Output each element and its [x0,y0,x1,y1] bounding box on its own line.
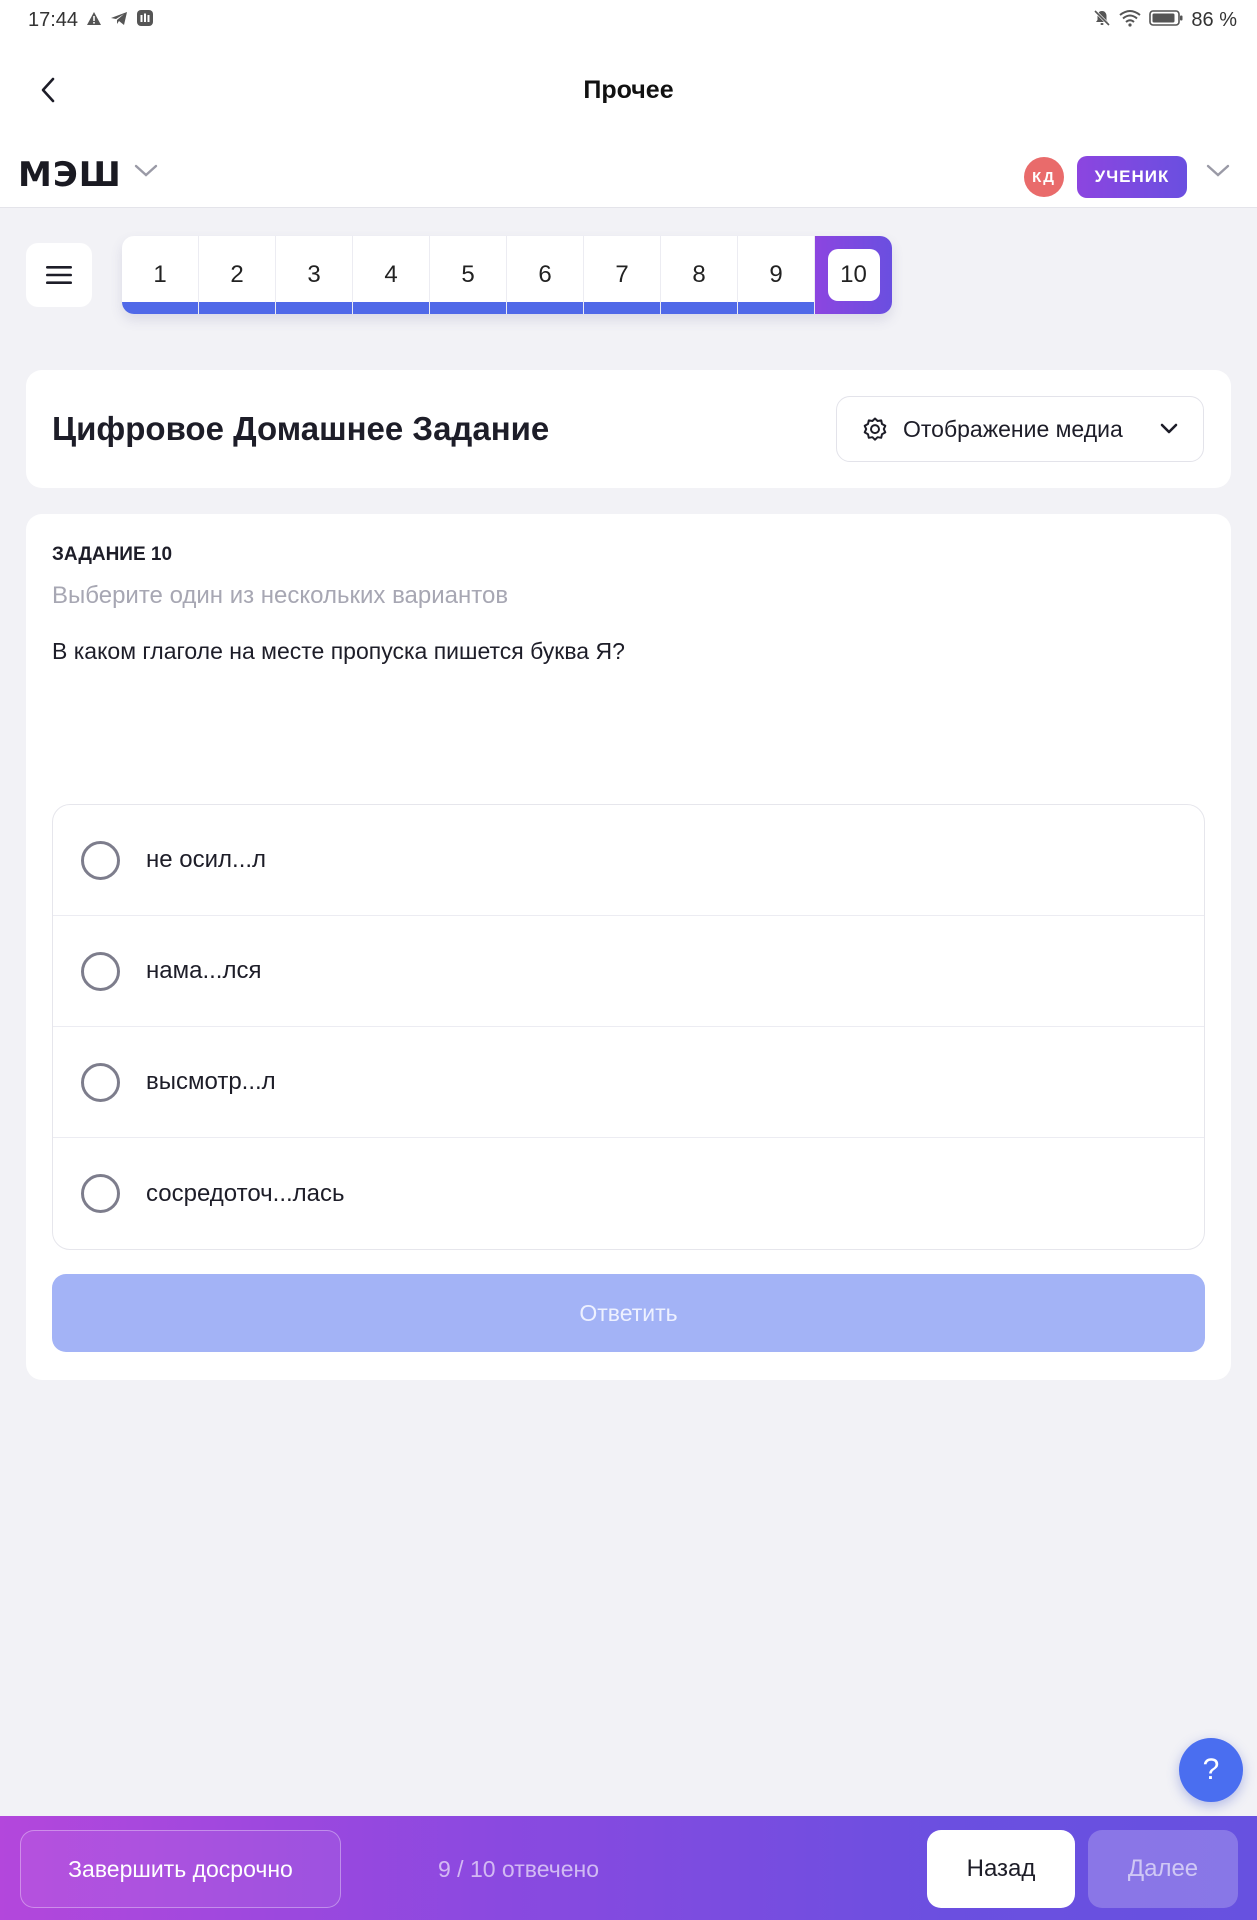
question-nav-item-active[interactable]: 10 [815,236,892,314]
question-number: 6 [538,261,552,288]
question-number: 5 [461,261,475,288]
answer-option-label: сосредоточ...лась [146,1179,345,1207]
radio-button[interactable] [81,951,120,991]
question-number: 9 [769,261,783,288]
menu-button[interactable] [26,243,92,307]
brand-bar: МЭШ КД УЧЕНИК [0,142,1257,208]
question-nav: 1 2 3 4 5 6 7 8 9 10 [122,236,892,314]
back-nav-button[interactable]: Назад [927,1830,1075,1908]
app-icon [136,9,154,32]
question-nav-item[interactable]: 5 [430,236,507,314]
media-display-label: Отображение медиа [903,415,1123,442]
status-bar-right: 86 % [1093,9,1237,32]
top-bar: Прочее [0,40,1257,142]
battery-level: 86 % [1191,8,1237,31]
radio-button[interactable] [81,840,120,880]
answer-option[interactable]: не осил...л [53,805,1204,916]
question-nav-item[interactable]: 4 [353,236,430,314]
question-number: 7 [615,261,629,288]
answer-option[interactable]: сосредоточ...лась [53,1138,1204,1249]
question-nav-item[interactable]: 9 [738,236,815,314]
question-nav-item[interactable]: 3 [276,236,353,314]
task-hint: Выберите один из нескольких вариантов [52,582,509,609]
chevron-down-icon[interactable] [134,164,158,183]
task-card: ЗАДАНИЕ 10 Выберите один из нескольких в… [26,514,1231,1380]
chevron-down-icon[interactable] [1206,164,1230,183]
status-bar: 17:44 86 % [0,0,1257,40]
answer-option-label: высмотр...л [146,1068,276,1095]
question-nav-item[interactable]: 1 [122,236,199,314]
help-button[interactable]: ? [1179,1738,1243,1802]
radio-button[interactable] [81,1174,120,1213]
answer-options: не осил...л нама...лся высмотр...л сосре… [52,804,1205,1250]
wifi-icon [1119,9,1142,32]
question-number: 1 [153,261,167,288]
gear-icon [863,417,887,441]
finish-early-button[interactable]: Завершить досрочно [20,1830,341,1908]
question-nav-item[interactable]: 8 [661,236,738,314]
question-nav-item[interactable]: 6 [507,236,584,314]
question-number: 10 [827,249,880,301]
next-button[interactable]: Далее [1088,1830,1238,1908]
question-number: 8 [692,261,706,288]
answer-option[interactable]: высмотр...л [53,1027,1204,1138]
answer-option-label: нама...лся [146,957,262,984]
battery-icon [1149,9,1183,32]
question-number: 2 [230,261,244,288]
question-nav-item[interactable]: 2 [199,236,276,314]
task-question: В каком глаголе на месте пропуска пишетс… [52,638,625,664]
avatar[interactable]: КД [1024,157,1064,197]
mesh-logo[interactable]: МЭШ [18,155,122,195]
chevron-down-icon [1160,423,1178,434]
radio-button[interactable] [81,1062,120,1102]
answer-option[interactable]: нама...лся [53,916,1204,1027]
answer-option-label: не осил...л [146,846,267,873]
role-badge[interactable]: УЧЕНИК [1077,156,1187,198]
question-number: 4 [384,261,398,288]
page-title: Прочее [583,76,674,104]
homework-header: Цифровое Домашнее Задание Отображение ме… [26,370,1231,488]
status-bar-left: 17:44 [28,9,154,32]
homework-title: Цифровое Домашнее Задание [52,410,550,447]
status-time: 17:44 [28,8,79,31]
answered-progress: 9 / 10 отвечено [438,1856,600,1882]
warning-icon [86,10,102,31]
hamburger-icon [46,266,72,284]
question-number: 3 [307,261,321,288]
task-number: ЗАДАНИЕ 10 [52,544,173,565]
media-display-dropdown[interactable]: Отображение медиа [836,396,1204,462]
footer-bar: Завершить досрочно 9 / 10 отвечено Назад… [0,1816,1257,1920]
question-mark-icon: ? [1202,1753,1220,1786]
question-nav-item[interactable]: 7 [584,236,661,314]
answer-button[interactable]: Ответить [52,1274,1205,1352]
telegram-icon [110,10,128,31]
bell-off-icon [1093,9,1111,32]
